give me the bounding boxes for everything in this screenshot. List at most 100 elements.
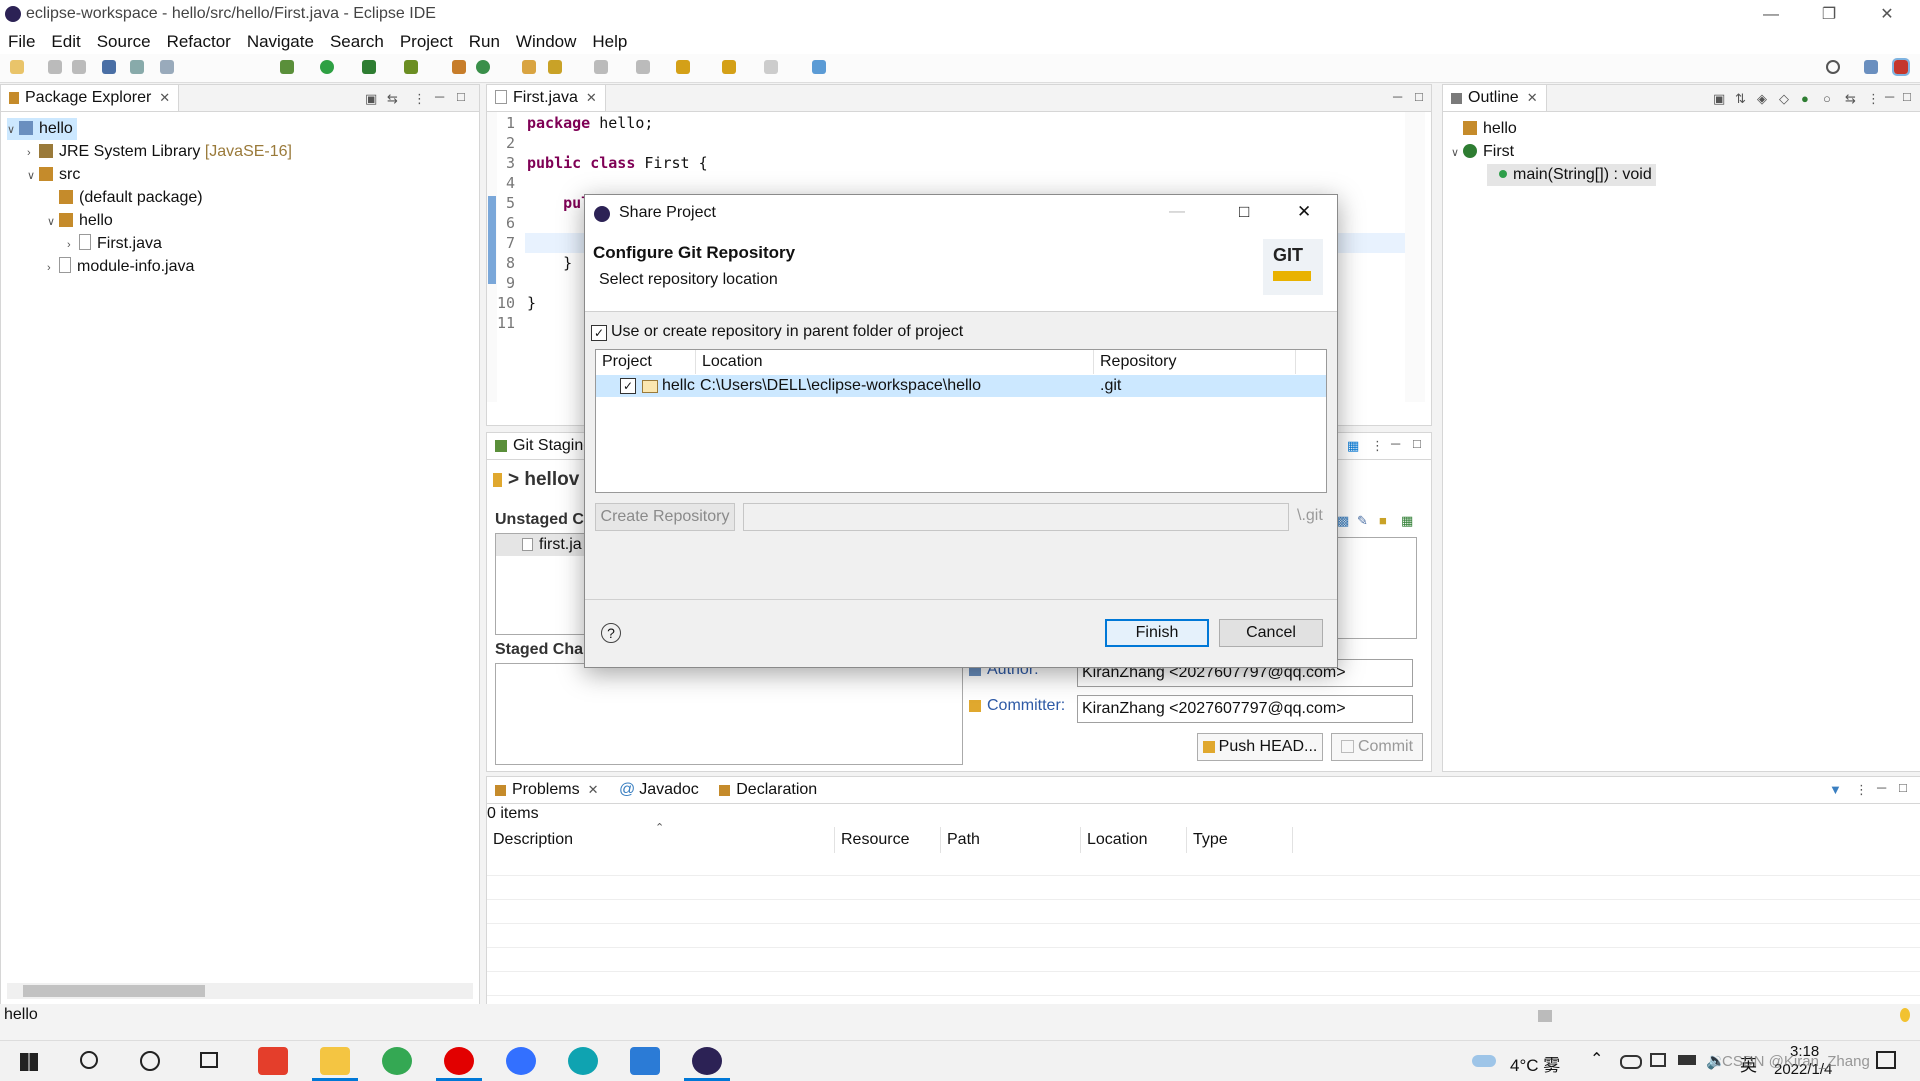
menu-project[interactable]: Project xyxy=(392,30,461,54)
link-editor-icon[interactable]: ⇆ xyxy=(1845,91,1856,107)
maximize-view-icon[interactable]: □ xyxy=(1899,780,1907,795)
menu-file[interactable]: File xyxy=(0,30,43,54)
tree-item[interactable]: › JRE System Library [JavaSE-16] xyxy=(27,141,292,163)
column-path[interactable]: Path xyxy=(941,827,1081,853)
restore-button[interactable]: ❐ xyxy=(1806,2,1852,28)
new-java-package-icon[interactable] xyxy=(452,60,466,74)
column-resource[interactable]: Resource xyxy=(835,827,941,853)
column-project[interactable]: Project xyxy=(596,350,696,374)
forward-icon[interactable] xyxy=(764,60,778,74)
close-tab-icon[interactable]: ✕ xyxy=(586,90,597,105)
edge-icon[interactable] xyxy=(568,1047,598,1075)
collapse-all-icon[interactable]: ▣ xyxy=(365,91,377,107)
next-annotation-icon[interactable] xyxy=(594,60,608,74)
column-location[interactable]: Location xyxy=(1081,827,1187,853)
hide-static-icon[interactable]: ◇ xyxy=(1779,91,1789,107)
close-tab-icon[interactable]: ✕ xyxy=(1527,90,1538,105)
horizontal-scrollbar[interactable] xyxy=(7,983,473,999)
tab-package-explorer[interactable]: Package Explorer ✕ xyxy=(1,85,180,111)
code-line[interactable]: pul xyxy=(527,194,590,212)
netease-music-icon[interactable] xyxy=(444,1047,474,1075)
tab-javadoc[interactable]: @ Javadoc xyxy=(611,777,707,803)
chevron-right-icon[interactable]: › xyxy=(47,257,59,279)
hide-nonpublic-icon[interactable]: ● xyxy=(1801,91,1809,106)
tray-cloud-icon[interactable] xyxy=(1620,1055,1642,1069)
chevron-right-icon[interactable]: › xyxy=(27,142,39,164)
tab-declaration[interactable]: Declaration xyxy=(711,777,825,803)
help-icon[interactable]: ? xyxy=(601,623,621,643)
maximize-view-icon[interactable]: □ xyxy=(457,89,465,104)
new-icon[interactable] xyxy=(10,60,24,74)
office-icon[interactable] xyxy=(258,1047,288,1075)
stage-selected-icon[interactable]: ✎ xyxy=(1357,513,1368,529)
minimize-view-icon[interactable]: ─ xyxy=(1877,780,1886,795)
link-editor-icon[interactable]: ⇆ xyxy=(387,91,398,107)
hide-fields-icon[interactable]: ◈ xyxy=(1757,91,1767,107)
commit-button[interactable]: Commit xyxy=(1331,733,1423,761)
last-edit-icon[interactable] xyxy=(676,60,690,74)
repository-path-field[interactable] xyxy=(743,503,1289,531)
tree-item[interactable]: › module-info.java xyxy=(47,256,194,278)
minimize-view-icon[interactable]: ─ xyxy=(1393,89,1402,104)
open-perspective-icon[interactable] xyxy=(812,60,826,74)
maximize-view-icon[interactable]: □ xyxy=(1903,89,1911,104)
filter-icon[interactable]: ▼ xyxy=(1829,782,1842,797)
search-icon[interactable] xyxy=(80,1051,98,1069)
tree-item[interactable]: ∨ hello xyxy=(47,210,113,232)
new-java-class-icon[interactable] xyxy=(476,60,490,74)
minimize-view-icon[interactable]: ─ xyxy=(1391,436,1400,451)
scrollbar-thumb[interactable] xyxy=(23,985,205,997)
menu-run[interactable]: Run xyxy=(461,30,508,54)
outline-item[interactable]: ∨ First xyxy=(1451,141,1514,163)
tip-icon[interactable] xyxy=(1900,1008,1910,1022)
eclipse-taskbar-icon[interactable] xyxy=(692,1047,722,1075)
view-menu-icon[interactable]: ⋮ xyxy=(413,91,426,107)
collapse-all-icon[interactable]: ▣ xyxy=(1713,91,1725,107)
menu-navigate[interactable]: Navigate xyxy=(239,30,322,54)
repository-table[interactable]: Project Location Repository ✓ hellc C:\U… xyxy=(595,349,1327,493)
chevron-right-icon[interactable]: › xyxy=(67,234,79,256)
notification-icon[interactable] xyxy=(1876,1051,1896,1069)
menu-help[interactable]: Help xyxy=(584,30,635,54)
project-checkbox[interactable]: ✓ xyxy=(620,378,636,394)
cortana-icon[interactable] xyxy=(140,1051,160,1071)
create-repository-button[interactable]: Create Repository xyxy=(595,503,735,531)
lock-icon[interactable]: ■ xyxy=(1379,513,1387,528)
finish-button[interactable]: Finish xyxy=(1105,619,1209,647)
tab-first-java[interactable]: First.java ✕ xyxy=(487,85,606,111)
view-menu-icon[interactable]: ⋮ xyxy=(1855,782,1868,798)
maximize-view-icon[interactable]: □ xyxy=(1413,436,1421,451)
menu-source[interactable]: Source xyxy=(89,30,159,54)
save-icon[interactable] xyxy=(48,60,62,74)
column-type[interactable]: Type xyxy=(1187,827,1293,853)
skip-breakpoints-icon[interactable] xyxy=(130,60,144,74)
parent-folder-checkbox[interactable]: ✓ xyxy=(591,325,607,341)
photos-icon[interactable] xyxy=(630,1047,660,1075)
weather-text[interactable]: 4°C 雾 xyxy=(1510,1051,1560,1076)
tray-chevron-icon[interactable]: ⌃ xyxy=(1590,1049,1603,1069)
column-location[interactable]: Location xyxy=(696,350,1094,374)
file-explorer-icon[interactable] xyxy=(320,1047,350,1075)
committer-field[interactable]: KiranZhang <2027607797@qq.com> xyxy=(1077,695,1413,723)
tray-network-icon[interactable] xyxy=(1650,1053,1666,1067)
feishu-icon[interactable] xyxy=(506,1047,536,1075)
start-icon[interactable] xyxy=(20,1053,38,1071)
cancel-button[interactable]: Cancel xyxy=(1219,619,1323,647)
code-line[interactable]: package hello; xyxy=(527,114,653,132)
push-head-button[interactable]: Push HEAD... xyxy=(1197,733,1323,761)
minimize-view-icon[interactable]: ─ xyxy=(435,89,444,104)
chevron-down-icon[interactable]: ∨ xyxy=(27,165,39,187)
perspective-java-icon[interactable] xyxy=(1864,60,1878,74)
weather-icon[interactable] xyxy=(1472,1055,1496,1067)
parent-folder-label[interactable]: Use or create repository in parent folde… xyxy=(611,323,963,341)
tray-battery-icon[interactable] xyxy=(1678,1055,1696,1065)
tree-item[interactable]: ∨ src xyxy=(27,164,80,186)
menu-window[interactable]: Window xyxy=(508,30,584,54)
search-tool-icon[interactable] xyxy=(548,60,562,74)
tab-problems[interactable]: Problems ✕ xyxy=(487,777,607,803)
pin-icon[interactable] xyxy=(160,60,174,74)
layout-icon[interactable]: ▦ xyxy=(1347,438,1359,454)
menu-refactor[interactable]: Refactor xyxy=(159,30,239,54)
tree-item[interactable]: (default package) xyxy=(47,187,203,209)
chevron-down-icon[interactable]: ∨ xyxy=(7,119,19,141)
